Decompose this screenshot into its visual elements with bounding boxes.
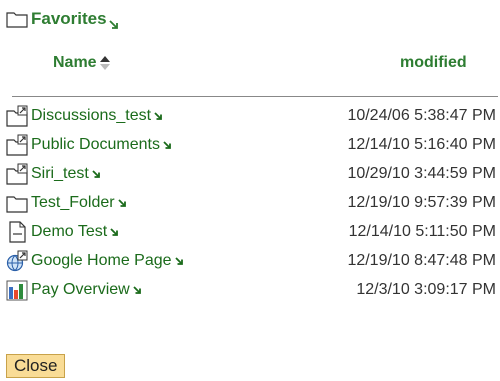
row-name-link[interactable]: Discussions_test	[31, 107, 162, 125]
row-modified-date: 12/14/10 5:11:50 PM	[348, 223, 496, 240]
row-name-link[interactable]: Siri_test	[31, 165, 100, 183]
table-row[interactable]: Google Home Page 12/19/10 8:47:48 PM	[6, 248, 496, 274]
column-label-name[interactable]: Name	[53, 54, 97, 72]
folder-icon	[6, 196, 28, 213]
row-name-text[interactable]: Google Home Page	[31, 252, 172, 270]
row-name-text[interactable]: Test_Folder	[31, 194, 115, 212]
row-menu-arrow-icon[interactable]	[92, 170, 100, 178]
row-menu-arrow-icon[interactable]	[154, 112, 162, 120]
web-link-icon	[6, 250, 28, 272]
row-menu-arrow-icon[interactable]	[117, 199, 126, 207]
row-modified-date: 12/3/10 3:09:17 PM	[356, 281, 496, 298]
row-menu-arrow-icon[interactable]	[174, 257, 183, 265]
sort-icon[interactable]	[99, 54, 111, 72]
folder-icon	[6, 12, 28, 28]
table-row[interactable]: Discussions_test 10/24/06 5:38:47 PM	[6, 103, 496, 129]
row-modified-date: 12/14/10 5:16:40 PM	[347, 136, 496, 153]
table-row[interactable]: Test_Folder 12/19/10 9:57:39 PM	[6, 190, 496, 216]
row-name-text[interactable]: Pay Overview	[31, 281, 130, 299]
row-name-link[interactable]: Public Documents	[31, 136, 171, 154]
row-menu-arrow-icon[interactable]	[163, 141, 171, 149]
row-modified-date: 10/29/10 3:44:59 PM	[347, 165, 496, 182]
folder-shortcut-icon	[6, 105, 28, 127]
row-name-link[interactable]: Pay Overview	[31, 281, 141, 299]
row-name-link[interactable]: Demo Test	[31, 223, 119, 241]
menu-arrow-icon[interactable]	[108, 19, 118, 29]
row-name-text[interactable]: Siri_test	[31, 165, 89, 183]
favorites-header: Favorites	[6, 8, 118, 30]
row-name-text[interactable]: Demo Test	[31, 223, 107, 241]
table-row[interactable]: Pay Overview 12/3/10 3:09:17 PM	[6, 277, 496, 303]
row-modified-date: 12/19/10 8:47:48 PM	[347, 252, 496, 269]
column-label-modified[interactable]: modified	[400, 54, 467, 72]
document-icon	[9, 221, 26, 243]
page-title[interactable]: Favorites	[31, 9, 107, 29]
table-row[interactable]: Demo Test 12/14/10 5:11:50 PM	[6, 219, 496, 245]
folder-shortcut-icon	[6, 163, 28, 185]
table-row[interactable]: Public Documents 12/14/10 5:16:40 PM	[6, 132, 496, 158]
report-icon	[6, 280, 28, 301]
row-modified-date: 12/19/10 9:57:39 PM	[347, 194, 496, 211]
close-button[interactable]: Close	[6, 354, 66, 378]
row-modified-date: 10/24/06 5:38:47 PM	[347, 107, 496, 124]
row-name-text[interactable]: Public Documents	[31, 136, 160, 154]
column-header-modified[interactable]: modified	[400, 52, 467, 74]
row-name-link[interactable]: Google Home Page	[31, 252, 183, 270]
column-header-name[interactable]: Name	[53, 52, 111, 74]
row-name-link[interactable]: Test_Folder	[31, 194, 126, 212]
header-divider	[12, 96, 498, 97]
row-menu-arrow-icon[interactable]	[110, 228, 119, 236]
row-menu-arrow-icon[interactable]	[133, 286, 141, 294]
folder-shortcut-icon	[6, 134, 28, 156]
table-row[interactable]: Siri_test 10/29/10 3:44:59 PM	[6, 161, 496, 187]
row-name-text[interactable]: Discussions_test	[31, 107, 151, 125]
